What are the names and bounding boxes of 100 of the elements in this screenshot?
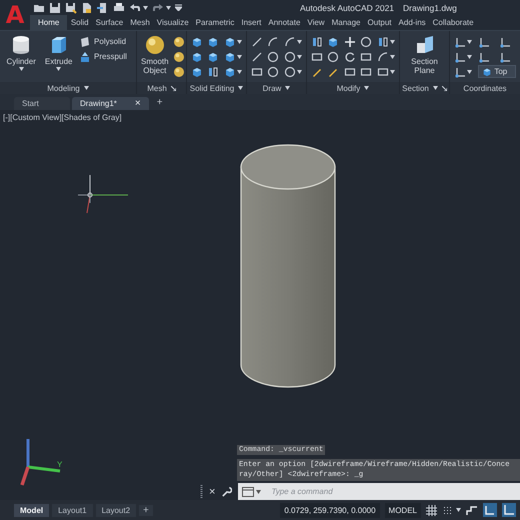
close-button[interactable]: × <box>134 98 141 109</box>
save-as-icon[interactable] <box>65 2 77 14</box>
wrench-icon[interactable] <box>221 486 232 497</box>
caret-icon[interactable] <box>456 508 461 512</box>
new-tab-button[interactable]: + <box>150 96 169 108</box>
mirror-icon[interactable] <box>376 36 389 48</box>
ribbon-tab[interactable]: Insert <box>238 15 265 30</box>
cube-icon[interactable] <box>224 50 236 62</box>
cube-icon[interactable] <box>327 36 340 48</box>
axes-icon[interactable] <box>454 50 466 62</box>
caret-icon[interactable] <box>238 86 244 90</box>
caret-icon[interactable] <box>56 67 62 71</box>
command-line-field[interactable]: Type a command <box>238 483 520 500</box>
ribbon-tab[interactable]: View <box>304 15 328 30</box>
caret-icon[interactable] <box>364 86 370 90</box>
ribbon-tab[interactable]: Surface <box>92 15 127 30</box>
save-icon[interactable] <box>49 2 61 14</box>
panel-title[interactable]: Modify <box>336 84 360 92</box>
line-icon[interactable] <box>251 36 263 48</box>
caret-icon[interactable] <box>18 67 24 71</box>
cube-icon[interactable] <box>224 66 236 78</box>
caret-icon[interactable] <box>296 70 302 74</box>
rotate-icon[interactable] <box>344 50 356 62</box>
mirror-icon[interactable] <box>311 36 323 48</box>
tool-button[interactable]: Cylinder <box>4 34 38 71</box>
print-icon[interactable] <box>113 2 125 14</box>
axes-icon[interactable] <box>499 36 512 48</box>
caret-icon[interactable] <box>236 70 242 74</box>
arc-icon[interactable] <box>376 50 389 62</box>
layout-tab[interactable]: Layout2 <box>96 504 136 516</box>
layout-tab[interactable]: Model <box>14 504 50 516</box>
cube-icon[interactable] <box>191 50 203 62</box>
circle-icon[interactable] <box>267 66 280 78</box>
sphere-icon[interactable] <box>172 66 185 78</box>
grip-icon[interactable] <box>200 484 203 498</box>
caret-icon[interactable] <box>467 54 472 58</box>
command-input[interactable]: Type a command <box>263 487 520 496</box>
ribbon-tab[interactable]: Solid <box>67 15 92 30</box>
cube-icon[interactable] <box>207 36 220 48</box>
ribbon-tab[interactable]: Parametric <box>192 15 238 30</box>
panel-title[interactable]: Modeling <box>47 84 80 92</box>
line-icon[interactable] <box>251 50 263 62</box>
caret-icon[interactable] <box>236 40 242 44</box>
caret-icon[interactable] <box>285 86 290 90</box>
circle-icon[interactable] <box>284 66 296 78</box>
caret-icon[interactable] <box>166 6 171 10</box>
new-layout-button[interactable]: + <box>139 504 153 516</box>
caret-icon[interactable] <box>432 86 438 90</box>
axes-icon[interactable] <box>454 36 466 48</box>
caret-icon[interactable] <box>296 54 302 58</box>
space-button[interactable]: MODEL <box>384 502 421 518</box>
circle-icon[interactable] <box>284 50 296 62</box>
ribbon-tab[interactable]: Manage <box>328 15 364 30</box>
ribbon-tab[interactable]: Add-ins <box>395 15 430 30</box>
tool-button[interactable]: Extrude <box>42 34 76 71</box>
ribbon-tab[interactable]: Mesh <box>126 15 154 30</box>
circle-icon[interactable] <box>267 50 280 62</box>
step-icon[interactable] <box>466 504 478 516</box>
cube-icon[interactable] <box>224 36 236 48</box>
caret-icon[interactable] <box>296 40 302 44</box>
cube-icon[interactable] <box>191 36 203 48</box>
axes-icon[interactable] <box>478 50 490 62</box>
rectangle-icon[interactable] <box>311 50 323 62</box>
sphere-icon[interactable] <box>172 50 185 62</box>
file-tab[interactable]: Drawing1* × <box>72 97 149 110</box>
ribbon-tab[interactable]: Home <box>30 15 68 30</box>
sphere-icon[interactable] <box>172 36 185 48</box>
rectangle-icon[interactable] <box>251 66 263 78</box>
caret-icon[interactable] <box>467 40 472 44</box>
caret-icon[interactable] <box>390 40 395 44</box>
redo-icon[interactable] <box>152 2 164 14</box>
tool-button[interactable]: Presspull <box>79 50 132 62</box>
circle-icon[interactable] <box>327 50 340 62</box>
rectangle-icon[interactable] <box>376 66 389 78</box>
axes-icon[interactable] <box>478 36 490 48</box>
arc-icon[interactable] <box>267 36 280 48</box>
coordinates-readout[interactable]: 0.0729, 259.7390, 0.0000 <box>280 502 380 518</box>
close-button[interactable]: × <box>209 486 216 498</box>
undo-icon[interactable] <box>129 2 141 14</box>
caret-icon[interactable] <box>143 6 148 10</box>
axes-icon[interactable] <box>499 50 512 62</box>
axes-icon[interactable] <box>454 66 466 78</box>
caret-icon[interactable] <box>390 54 395 58</box>
circle-icon[interactable] <box>360 36 372 48</box>
document-icon[interactable] <box>81 2 93 14</box>
caret-icon[interactable] <box>236 54 242 58</box>
ribbon-tab[interactable]: Collaborate <box>429 15 478 30</box>
rectangle-icon[interactable] <box>344 66 356 78</box>
caret-icon[interactable] <box>390 70 395 74</box>
mirror-icon[interactable] <box>207 66 220 78</box>
rectangle-icon[interactable] <box>360 66 372 78</box>
viewport-control[interactable]: [-] <box>3 113 10 122</box>
ribbon-tab[interactable]: Output <box>364 15 396 30</box>
arc-icon[interactable] <box>284 36 296 48</box>
ribbon-tab[interactable]: Annotate <box>264 15 304 30</box>
view-dropdown[interactable]: Top <box>478 65 516 78</box>
tool-button[interactable]: Section Plane <box>404 34 445 75</box>
ribbon-tab[interactable]: Visualize <box>153 15 192 30</box>
caret-icon[interactable] <box>467 70 472 74</box>
file-tab[interactable]: Start <box>14 97 70 110</box>
